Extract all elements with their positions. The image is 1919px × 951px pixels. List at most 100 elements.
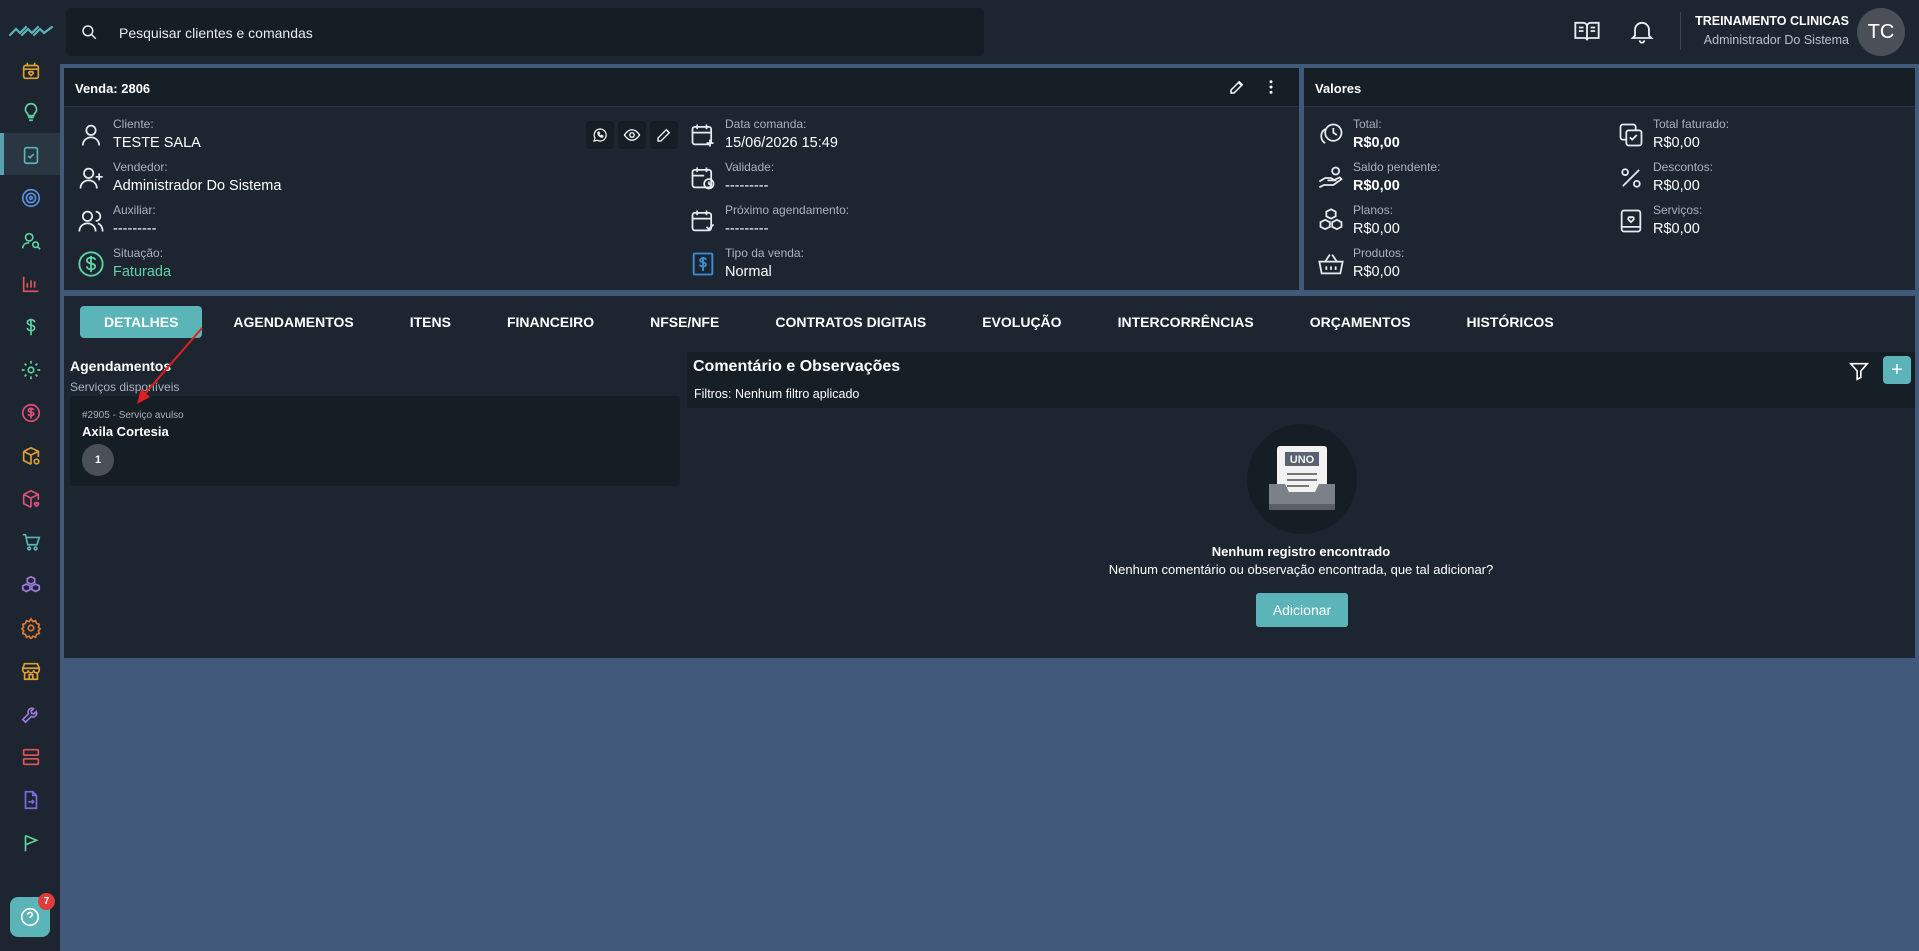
- field-label: Próximo agendamento:: [725, 203, 850, 217]
- filter-icon[interactable]: [1848, 360, 1870, 382]
- field-label: Serviços:: [1653, 203, 1703, 217]
- tab-detalhes[interactable]: DETALHES: [80, 306, 203, 338]
- logo-icon[interactable]: [8, 24, 54, 38]
- target-icon[interactable]: [18, 185, 43, 210]
- user-search-icon[interactable]: [18, 228, 43, 253]
- copy-check-icon: [1619, 123, 1643, 147]
- box-heart-icon[interactable]: [18, 486, 43, 511]
- bar-chart-icon[interactable]: [18, 271, 43, 296]
- field-label: Validade:: [725, 160, 775, 174]
- tab-nfse-nfe[interactable]: NFSE/NFE: [650, 306, 719, 338]
- calendar-check-icon: [691, 210, 715, 232]
- venda-card: Venda: 2806 Cliente: TESTE SALA Vendedor…: [64, 68, 1299, 290]
- filters-label: Filtros: Nenhum filtro aplicado: [694, 387, 860, 401]
- tab-agendamentos[interactable]: AGENDAMENTOS: [233, 306, 353, 338]
- planos-value: R$0,00: [1353, 221, 1400, 237]
- invoice-dollar-icon: [692, 252, 714, 276]
- calendar-clock-icon: [691, 167, 715, 190]
- dollar-circle-icon: [78, 251, 104, 277]
- venda-title: Venda: 2806: [75, 81, 151, 96]
- flag-icon[interactable]: [18, 830, 43, 855]
- field-label: Cliente:: [113, 117, 154, 131]
- venda-card-header: Venda: 2806: [64, 68, 1299, 107]
- descontos-value: R$0,00: [1653, 178, 1700, 194]
- percent-icon: [1621, 168, 1641, 188]
- tab-financeiro[interactable]: FINANCEIRO: [507, 306, 594, 338]
- field-label: Planos:: [1353, 203, 1394, 217]
- basket-icon: [1318, 254, 1344, 275]
- calendar-heart-icon[interactable]: [18, 58, 43, 83]
- search-input[interactable]: Pesquisar clientes e comandas: [66, 8, 984, 56]
- service-card[interactable]: #2905 - Serviço avulso Axila Cortesia 1: [70, 396, 680, 486]
- tipo-venda-value: Normal: [725, 264, 772, 280]
- servicos-value: R$0,00: [1653, 221, 1700, 237]
- view-cliente-button[interactable]: [618, 121, 646, 149]
- avatar[interactable]: TC: [1857, 8, 1905, 56]
- help-icon: [20, 907, 40, 927]
- comentarios-header: Comentário e Observações Filtros: Nenhum…: [687, 352, 1915, 408]
- cubes-icon[interactable]: [18, 572, 43, 597]
- field-label: Saldo pendente:: [1353, 160, 1441, 174]
- help-badge: 7: [38, 893, 55, 910]
- adicionar-button[interactable]: Adicionar: [1256, 593, 1348, 627]
- data-comanda-value: 15/06/2026 15:49: [725, 135, 838, 151]
- tab-orcamentos[interactable]: ORÇAMENTOS: [1310, 306, 1411, 338]
- more-vertical-icon[interactable]: [1262, 78, 1280, 96]
- book-icon[interactable]: [1573, 17, 1601, 45]
- clipboard-check-icon[interactable]: [18, 142, 43, 167]
- inbox-document-icon: UNO: [1269, 446, 1335, 510]
- produtos-value: R$0,00: [1353, 264, 1400, 280]
- search-placeholder: Pesquisar clientes e comandas: [119, 25, 313, 41]
- add-comment-button[interactable]: +: [1883, 356, 1911, 384]
- calendar-plus-icon: [691, 124, 714, 147]
- edit-icon[interactable]: [1228, 78, 1246, 96]
- tab-evolucao[interactable]: EVOLUÇÃO: [982, 306, 1061, 338]
- tab-historicos[interactable]: HISTÓRICOS: [1467, 306, 1554, 338]
- search-icon: [82, 25, 97, 40]
- comentarios-title: Comentário e Observações: [693, 358, 901, 375]
- service-quantity-badge: 1: [82, 444, 114, 476]
- store-icon[interactable]: [18, 658, 43, 683]
- book-heart-icon: [1620, 209, 1642, 233]
- field-label: Data comanda:: [725, 117, 807, 131]
- situacao-value: Faturada: [113, 264, 172, 280]
- settings-icon[interactable]: [18, 615, 43, 640]
- sidebar: 7: [0, 0, 60, 951]
- hand-coin-icon: [1318, 166, 1343, 189]
- file-export-icon[interactable]: [18, 787, 43, 812]
- box-cog-icon[interactable]: [18, 443, 43, 468]
- auxiliar-value: ---------: [113, 221, 157, 237]
- tab-intercorrencias[interactable]: INTERCORRÊNCIAS: [1118, 306, 1254, 338]
- eye-icon: [623, 129, 641, 141]
- tab-contratos-digitais[interactable]: CONTRATOS DIGITAIS: [775, 306, 926, 338]
- users-icon: [78, 210, 104, 232]
- total-faturado-value: R$0,00: [1653, 135, 1700, 151]
- cog-icon[interactable]: [18, 357, 43, 382]
- validade-value: ---------: [725, 178, 769, 194]
- field-label: Produtos:: [1353, 246, 1405, 260]
- user-role: Administrador Do Sistema: [1703, 33, 1849, 47]
- total-value: R$0,00: [1353, 135, 1400, 151]
- valores-card-header: Valores: [1304, 68, 1915, 107]
- valores-card: Valores Total: R$0,00 Saldo pendente: R$…: [1304, 68, 1915, 290]
- dollar-icon[interactable]: [18, 314, 43, 339]
- bell-icon[interactable]: [1628, 17, 1656, 45]
- edit-cliente-button[interactable]: [650, 121, 678, 149]
- valores-title: Valores: [1315, 81, 1362, 96]
- agendamentos-subtitle: Serviços disponíveis: [70, 380, 180, 394]
- lightbulb-icon[interactable]: [18, 99, 43, 124]
- money-circle-icon[interactable]: [18, 400, 43, 425]
- agendamentos-title: Agendamentos: [70, 358, 172, 374]
- whatsapp-button[interactable]: [586, 121, 614, 149]
- wrench-icon[interactable]: [18, 701, 43, 726]
- service-name: Axila Cortesia: [82, 424, 169, 439]
- cliente-value: TESTE SALA: [113, 135, 201, 151]
- user-name: TREINAMENTO CLINICAS: [1695, 14, 1849, 28]
- tab-bar: DETALHES AGENDAMENTOS ITENS FINANCEIRO N…: [80, 306, 1554, 338]
- field-label: Descontos:: [1653, 160, 1714, 174]
- tab-itens[interactable]: ITENS: [410, 306, 451, 338]
- cart-icon[interactable]: [18, 529, 43, 554]
- server-icon[interactable]: [18, 744, 43, 769]
- field-label: Total faturado:: [1653, 117, 1730, 131]
- empty-state-subtitle: Nenhum comentário ou observação encontra…: [1108, 562, 1494, 577]
